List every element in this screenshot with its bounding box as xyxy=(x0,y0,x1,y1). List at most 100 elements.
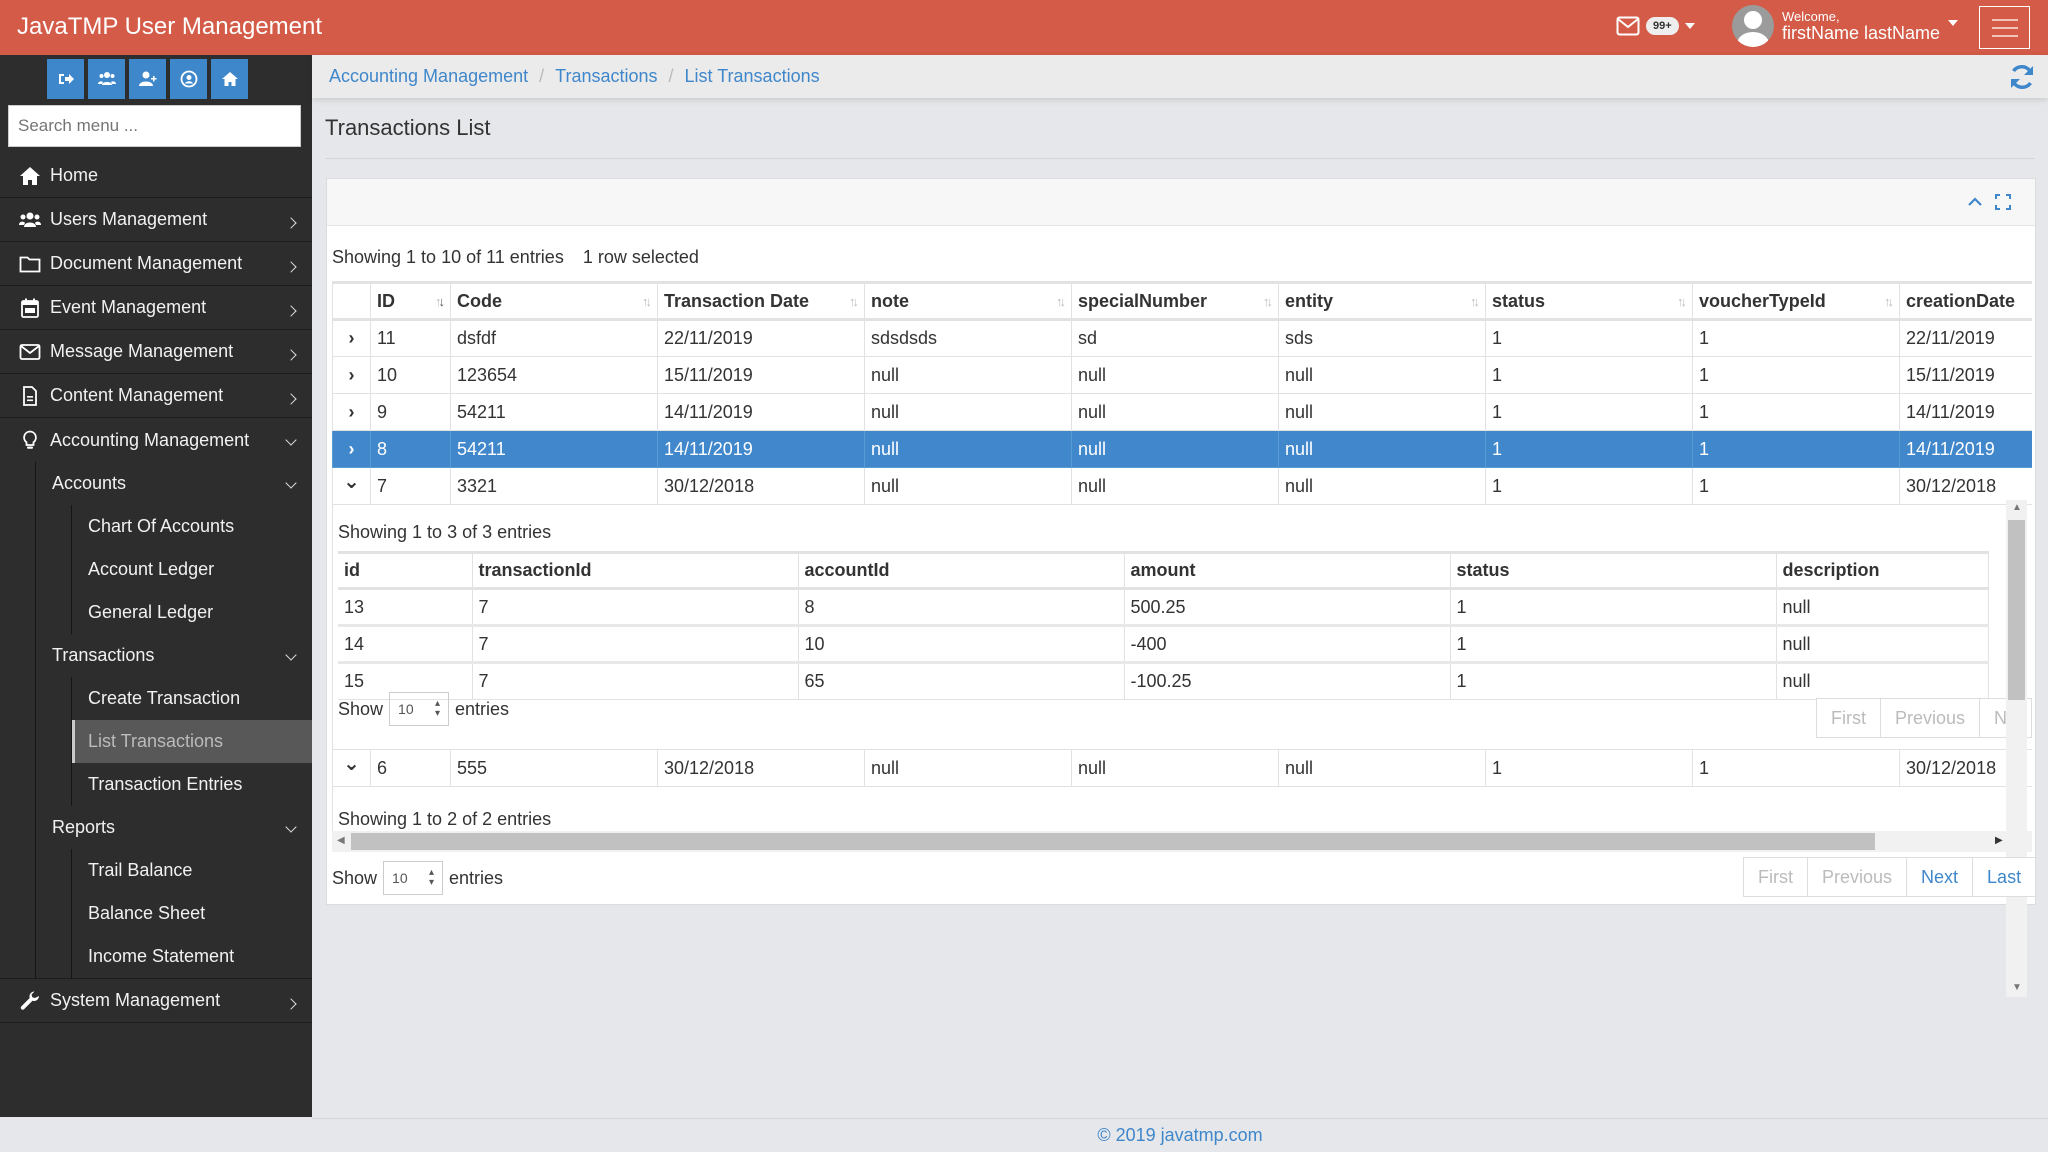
column-header-special-number[interactable]: specialNumber ↑↓ xyxy=(1071,281,1279,321)
cell-status: 1 xyxy=(1485,393,1693,431)
expand-row-icon[interactable]: › xyxy=(332,319,371,357)
sidebar-item-income-statement[interactable]: Income Statement xyxy=(72,935,312,978)
table-row[interactable]: ⌄ 7 3321 30/12/2018 null null null 1 1 30/12/2018 xyxy=(332,467,2032,505)
sub-column-header[interactable]: accountId xyxy=(797,551,1125,590)
sidebar-item-trail-balance[interactable]: Trail Balance xyxy=(72,849,312,892)
sidebar-item-balance-sheet[interactable]: Balance Sheet xyxy=(72,892,312,935)
scrollbar-thumb[interactable] xyxy=(2008,520,2025,700)
scroll-down-icon[interactable]: ▼ xyxy=(2012,982,2022,993)
sidebar-item-transaction-entries[interactable]: Transaction Entries xyxy=(72,763,312,806)
sub-table-row[interactable]: 13 7 8 500.25 1 null xyxy=(338,588,1989,626)
column-header-status[interactable]: status ↑↓ xyxy=(1485,281,1693,321)
sidebar-item-accounting-management[interactable]: Accounting Management xyxy=(0,418,312,462)
home-button[interactable] xyxy=(211,59,248,99)
expand-row-icon[interactable]: › xyxy=(332,430,371,468)
column-header-creation-date[interactable]: creationDate xyxy=(1899,281,2032,321)
column-header-code[interactable]: Code ↑↓ xyxy=(450,281,658,321)
scroll-right-icon[interactable]: ▶ xyxy=(1995,835,2003,846)
envelope-icon xyxy=(17,341,43,363)
previous-page-button[interactable]: Previous xyxy=(1807,857,1908,897)
column-header-transaction-date[interactable]: Transaction Date ↑↓ xyxy=(657,281,865,321)
sidebar-item-accounts[interactable]: Accounts xyxy=(0,462,312,505)
column-header-id[interactable]: ID ↑↓ xyxy=(370,281,451,321)
breadcrumb-list-transactions[interactable]: List Transactions xyxy=(685,66,820,87)
sidebar-item-home[interactable]: Home xyxy=(0,154,312,198)
refresh-icon[interactable] xyxy=(2008,63,2036,91)
page-length-select[interactable]: 10 xyxy=(389,692,450,726)
add-user-button[interactable] xyxy=(129,59,166,99)
fullscreen-icon[interactable] xyxy=(1995,194,2011,210)
menu-toggle-button[interactable] xyxy=(1979,6,2030,49)
first-page-button[interactable]: First xyxy=(1743,857,1808,897)
sidebar-item-chart-of-accounts[interactable]: Chart Of Accounts xyxy=(72,505,312,548)
vertical-scrollbar[interactable]: ▲ ▼ xyxy=(2006,500,2027,997)
expand-row-icon[interactable]: › xyxy=(332,356,371,394)
collapse-row-icon[interactable]: ⌄ xyxy=(332,467,371,505)
sub-column-header[interactable]: description xyxy=(1775,551,1989,590)
cell-code: 54211 xyxy=(450,393,658,431)
chevron-down-icon xyxy=(287,474,295,495)
sub-column-header[interactable]: id xyxy=(338,551,473,590)
next-page-button[interactable]: Next xyxy=(1906,857,1974,897)
profile-button[interactable] xyxy=(170,59,207,99)
first-page-button[interactable]: First xyxy=(1816,698,1881,738)
app-brand[interactable]: JavaTMP User Management xyxy=(17,13,322,41)
sub-column-header[interactable]: status xyxy=(1449,551,1777,590)
scroll-up-icon[interactable]: ▲ xyxy=(2012,502,2022,513)
sub-column-header[interactable]: transactionId xyxy=(471,551,799,590)
sign-out-button[interactable] xyxy=(47,59,84,99)
sidebar-item-account-ledger[interactable]: Account Ledger xyxy=(72,548,312,591)
folder-icon xyxy=(17,253,43,275)
table-row[interactable]: › 10 123654 15/11/2019 null null null 1 1 15/11/2… xyxy=(332,356,2032,394)
entries-label: entries xyxy=(449,867,504,888)
column-header-entity[interactable]: entity ↑↓ xyxy=(1278,281,1486,321)
sidebar-item-list-transactions[interactable]: List Transactions xyxy=(72,720,312,763)
sort-icon: ↑↓ xyxy=(849,294,859,309)
sub-column-header[interactable]: amount xyxy=(1123,551,1451,590)
sidebar-item-document-management[interactable]: Document Management xyxy=(0,242,312,286)
sidebar-item-general-ledger[interactable]: General Ledger xyxy=(72,591,312,634)
sidebar-item-transactions[interactable]: Transactions xyxy=(0,634,312,677)
sidebar-item-message-management[interactable]: Message Management xyxy=(0,330,312,374)
last-page-button[interactable]: Last xyxy=(1972,857,2037,897)
sidebar-item-system-management[interactable]: System Management xyxy=(0,979,312,1023)
messages-dropdown[interactable]: 99+ xyxy=(1616,16,1695,36)
chevron-right-icon xyxy=(287,299,295,320)
table-row[interactable]: ⌄ 6 555 30/12/2018 null null null 1 1 30/12/2018 xyxy=(332,749,2032,787)
table-row[interactable]: › 8 54211 14/11/2019 null null null 1 1 14/11/201… xyxy=(332,430,2032,468)
chevron-right-icon xyxy=(287,992,295,1013)
table-row[interactable]: › 11 dsfdf 22/11/2019 sdsdsds sd sds 1 1 22/11/20… xyxy=(332,319,2032,357)
column-header-voucher-type-id[interactable]: voucherTypeId ↑↓ xyxy=(1692,281,1900,321)
breadcrumb-transactions[interactable]: Transactions xyxy=(555,66,657,87)
sidebar-item-event-management[interactable]: Event Management xyxy=(0,286,312,330)
user-dropdown[interactable]: Welcome, firstName lastName xyxy=(1732,5,1959,47)
cell-id: 10 xyxy=(370,356,451,394)
breadcrumb-accounting-management[interactable]: Accounting Management xyxy=(329,66,528,87)
search-menu-input[interactable] xyxy=(8,105,301,147)
page-length-select[interactable]: 10 xyxy=(383,861,444,895)
table-row[interactable]: › 9 54211 14/11/2019 null null null 1 1 14/11/201… xyxy=(332,393,2032,431)
expand-row-icon[interactable]: › xyxy=(332,393,371,431)
collapse-icon[interactable] xyxy=(1967,194,1983,210)
scrollbar-thumb[interactable] xyxy=(351,833,1875,850)
sub-table-row[interactable]: 14 7 10 -400 1 null xyxy=(338,624,1989,663)
scroll-left-icon[interactable]: ◀ xyxy=(337,835,345,846)
cell-note: null xyxy=(864,430,1072,468)
users-button[interactable] xyxy=(88,59,125,99)
sidebar-item-create-transaction[interactable]: Create Transaction xyxy=(72,677,312,720)
footer-copyright[interactable]: © 2019 javatmp.com xyxy=(312,1118,2048,1152)
collapse-row-icon[interactable]: ⌄ xyxy=(332,749,371,787)
cell-note: sdsdsds xyxy=(864,319,1072,357)
horizontal-scrollbar[interactable]: ◀ ▶ xyxy=(332,831,2032,852)
table-scroll-area[interactable]: ID ↑↓ Code ↑↓ Transaction Date ↑↓ note ↑↓ sp… xyxy=(332,281,2032,838)
sidebar-item-reports[interactable]: Reports xyxy=(0,806,312,849)
chevron-down-icon xyxy=(287,818,295,839)
sub-table-row[interactable]: 15 7 65 -100.25 1 null xyxy=(338,661,1989,700)
cell-creation-date: 15/11/2019 xyxy=(1899,356,2032,394)
previous-page-button[interactable]: Previous xyxy=(1880,698,1981,738)
cell-transaction-date: 30/12/2018 xyxy=(657,467,865,505)
hamburger-icon-line xyxy=(1991,18,2018,21)
sidebar-item-content-management[interactable]: Content Management xyxy=(0,374,312,418)
sidebar-item-users-management[interactable]: Users Management xyxy=(0,198,312,242)
column-header-note[interactable]: note ↑↓ xyxy=(864,281,1072,321)
